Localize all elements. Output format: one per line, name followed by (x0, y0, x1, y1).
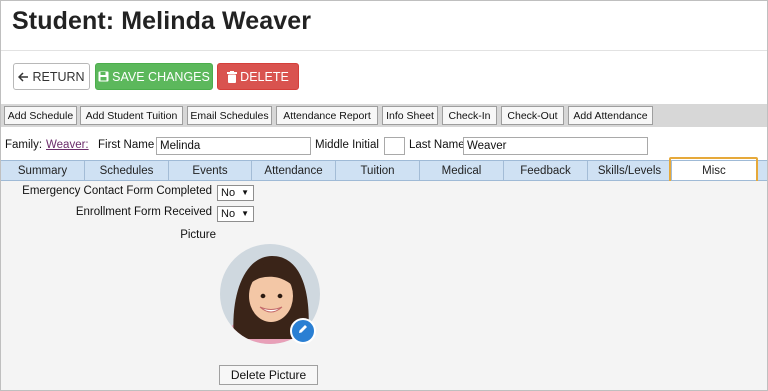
tab-tuition[interactable]: Tuition (336, 161, 420, 180)
enrollment-form-select[interactable]: No ▼ (217, 206, 254, 222)
check-out-button[interactable]: Check-Out (501, 106, 564, 125)
add-schedule-button[interactable]: Add Schedule (4, 106, 77, 125)
page-title: Student: Melinda Weaver (12, 7, 312, 35)
return-button[interactable]: RETURN (13, 63, 90, 90)
picture-label: Picture (180, 229, 216, 241)
tab-skills-levels[interactable]: Skills/Levels (588, 161, 672, 180)
first-name-field[interactable]: Melinda (156, 137, 311, 155)
student-tabs: Summary Schedules Events Attendance Tuit… (1, 160, 767, 181)
middle-initial-field[interactable] (384, 137, 405, 155)
enrollment-form-value: No (221, 208, 236, 220)
tab-summary[interactable]: Summary (1, 161, 85, 180)
tab-schedules[interactable]: Schedules (85, 161, 169, 180)
edit-picture-button[interactable] (290, 318, 316, 344)
delete-button[interactable]: DELETE (217, 63, 299, 90)
floppy-disk-icon (98, 71, 109, 82)
save-changes-button[interactable]: SAVE CHANGES (95, 63, 213, 90)
attendance-report-button[interactable]: Attendance Report (276, 106, 378, 125)
save-changes-label: SAVE CHANGES (112, 69, 210, 84)
arrow-left-icon (18, 71, 29, 82)
student-page: Student: Melinda Weaver RETURN SAVE CHAN… (0, 0, 768, 391)
delete-label: DELETE (240, 69, 289, 84)
email-schedules-button[interactable]: Email Schedules (187, 106, 272, 125)
tab-feedback[interactable]: Feedback (504, 161, 588, 180)
dropdown-arrow-icon: ▼ (241, 188, 249, 197)
last-name-label: Last Name (409, 139, 465, 151)
return-label: RETURN (32, 69, 85, 84)
add-attendance-button[interactable]: Add Attendance (568, 106, 653, 125)
emergency-contact-select[interactable]: No ▼ (217, 185, 254, 201)
trash-icon (227, 70, 238, 83)
middle-initial-label: Middle Initial (315, 139, 379, 151)
tab-medical[interactable]: Medical (420, 161, 504, 180)
misc-panel: Emergency Contact Form Completed No ▼ En… (1, 181, 767, 390)
tab-misc[interactable]: Misc (672, 161, 756, 180)
emergency-contact-value: No (221, 187, 236, 199)
enrollment-form-label: Enrollment Form Received (75, 206, 212, 218)
pencil-icon (297, 322, 309, 340)
family-label: Family: (5, 139, 43, 151)
delete-picture-button[interactable]: Delete Picture (219, 365, 318, 385)
emergency-contact-label: Emergency Contact Form Completed (22, 185, 212, 197)
last-name-field[interactable]: Weaver (463, 137, 648, 155)
tab-attendance[interactable]: Attendance (252, 161, 336, 180)
add-student-tuition-button[interactable]: Add Student Tuition (80, 106, 183, 125)
first-name-label: First Name (98, 139, 155, 151)
dropdown-arrow-icon: ▼ (241, 209, 249, 218)
family-link[interactable]: Weaver: (46, 139, 89, 151)
title-divider (1, 50, 767, 51)
tab-events[interactable]: Events (169, 161, 252, 180)
action-toolbar: Add Schedule Add Student Tuition Email S… (1, 104, 767, 127)
info-sheet-button[interactable]: Info Sheet (382, 106, 438, 125)
check-in-button[interactable]: Check-In (442, 106, 497, 125)
student-name-row: Family: Weaver: First Name Melinda Middl… (1, 136, 767, 156)
